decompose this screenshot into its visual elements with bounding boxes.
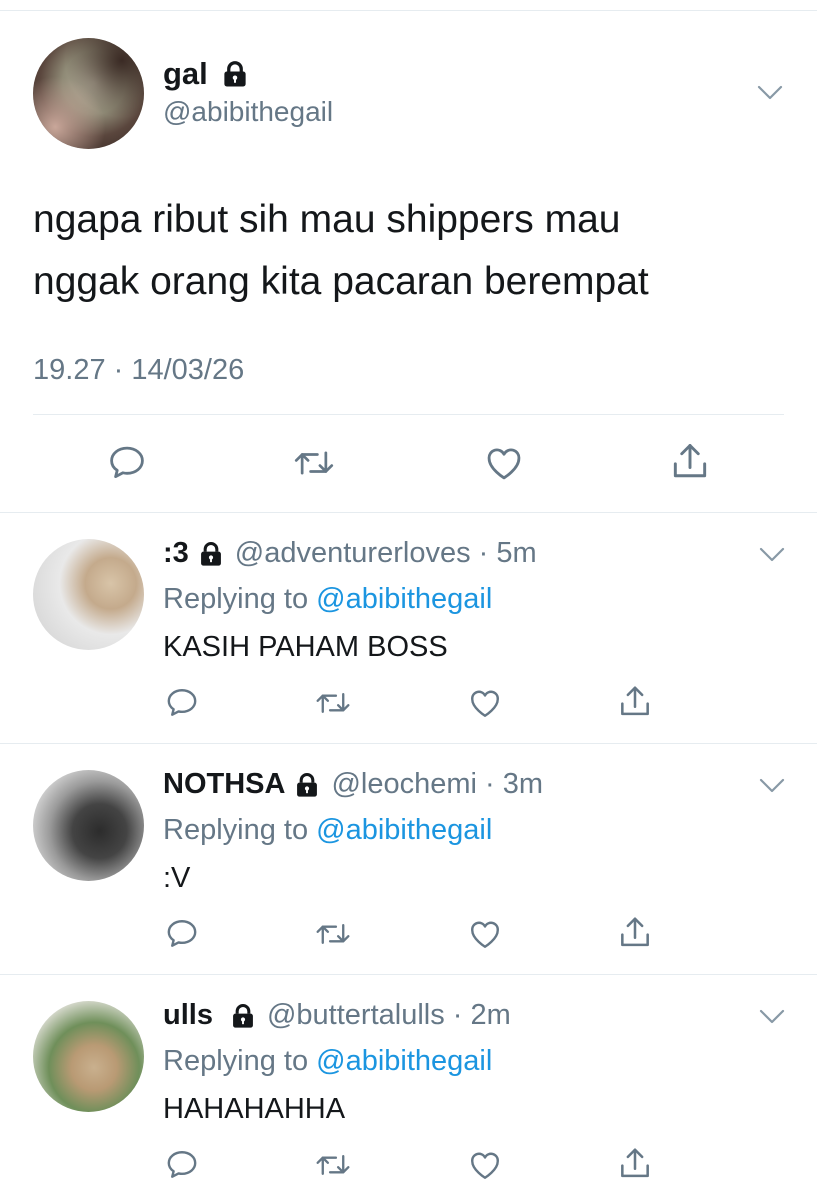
tweet-text-line1: ngapa ribut sih mau shippers mau — [33, 198, 621, 241]
reply-tweet[interactable]: NOTHSA @leochemi · 3m Replying to @abibi… — [0, 744, 817, 975]
replying-prefix: Replying to — [163, 583, 317, 615]
share-icon[interactable] — [616, 683, 654, 721]
like-icon[interactable] — [466, 916, 504, 952]
avatar[interactable] — [33, 539, 144, 650]
retweet-icon[interactable] — [314, 916, 352, 952]
share-icon[interactable] — [668, 440, 712, 484]
replying-prefix: Replying to — [163, 814, 317, 846]
action-bar — [0, 916, 817, 956]
lock-icon — [197, 540, 225, 568]
handle-time[interactable]: @buttertalulls · 2m — [267, 999, 511, 1032]
retweet-icon[interactable] — [314, 1147, 352, 1183]
retweet-icon[interactable] — [314, 685, 352, 721]
reply-icon[interactable] — [164, 916, 200, 952]
share-icon[interactable] — [616, 1145, 654, 1183]
replying-to: Replying to @abibithegail — [163, 583, 492, 616]
reply-icon[interactable] — [106, 442, 148, 484]
chevron-down-icon[interactable] — [759, 1009, 785, 1025]
share-icon[interactable] — [616, 914, 654, 952]
replying-handle[interactable]: @abibithegail — [316, 814, 492, 846]
display-name-row[interactable]: gal — [163, 56, 250, 92]
display-name[interactable]: :3 — [163, 537, 189, 570]
like-icon[interactable] — [466, 1147, 504, 1183]
reply-text: HAHAHAHHA — [163, 1093, 346, 1125]
reply-icon[interactable] — [164, 685, 200, 721]
reply-header[interactable]: :3 @adventurerloves · 5m — [163, 537, 537, 570]
avatar[interactable] — [33, 1001, 144, 1112]
chevron-down-icon[interactable] — [759, 778, 785, 794]
handle[interactable]: @abibithegail — [163, 96, 333, 128]
chevron-down-icon[interactable] — [757, 85, 783, 101]
reply-icon[interactable] — [164, 1147, 200, 1183]
reply-tweet[interactable]: :3 @adventurerloves · 5m Replying to @ab… — [0, 513, 817, 744]
display-name[interactable]: gal — [163, 56, 208, 92]
reply-text: KASIH PAHAM BOSS — [163, 631, 448, 663]
replying-prefix: Replying to — [163, 1045, 317, 1077]
reply-tweet[interactable]: ulls @buttertalulls · 2m Replying to @ab… — [0, 975, 817, 1200]
replying-handle[interactable]: @abibithegail — [316, 1045, 492, 1077]
lock-icon — [220, 59, 250, 89]
action-bar — [0, 1147, 817, 1187]
like-icon[interactable] — [482, 442, 526, 484]
avatar[interactable] — [33, 770, 144, 881]
divider — [33, 414, 784, 415]
handle-time[interactable]: @adventurerloves · 5m — [235, 537, 537, 570]
tweet-text: ngapa ribut sih mau shippers mau nggak o… — [33, 189, 793, 313]
display-name[interactable]: NOTHSA — [163, 768, 285, 801]
reply-header[interactable]: ulls @buttertalulls · 2m — [163, 999, 511, 1032]
replying-to: Replying to @abibithegail — [163, 814, 492, 847]
action-bar — [0, 440, 817, 490]
reply-header[interactable]: NOTHSA @leochemi · 3m — [163, 768, 543, 801]
like-icon[interactable] — [466, 685, 504, 721]
lock-icon — [293, 771, 321, 799]
tweet-text-line2: nggak orang kita pacaran berempat — [33, 260, 649, 303]
reply-text: :V — [163, 862, 191, 894]
action-bar — [0, 685, 817, 725]
timestamp[interactable]: 19.27 · 14/03/26 — [33, 354, 244, 387]
chevron-down-icon[interactable] — [759, 547, 785, 563]
main-tweet: gal @abibithegail ngapa ribut sih mau sh… — [0, 0, 817, 512]
replying-handle[interactable]: @abibithegail — [316, 583, 492, 615]
replying-to: Replying to @abibithegail — [163, 1045, 492, 1078]
avatar[interactable] — [33, 38, 144, 149]
handle-time[interactable]: @leochemi · 3m — [331, 768, 543, 801]
lock-icon — [229, 1002, 257, 1030]
retweet-icon[interactable] — [292, 442, 336, 484]
display-name[interactable]: ulls — [163, 999, 213, 1032]
